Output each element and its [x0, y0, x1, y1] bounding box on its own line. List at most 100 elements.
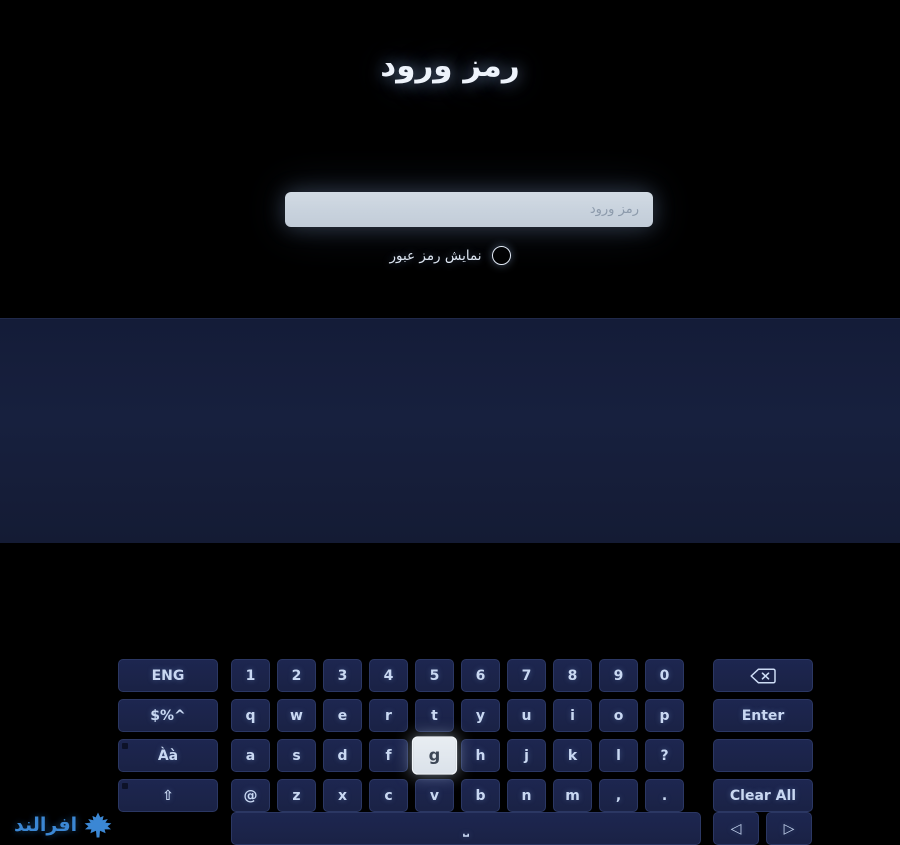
key-n[interactable]: n — [507, 779, 546, 812]
key-8[interactable]: 8 — [553, 659, 592, 692]
key-label: ? — [660, 747, 669, 764]
keyboard-main-grid: 1 2 3 4 5 6 7 8 9 0 q w e r t y u i o p … — [231, 659, 684, 812]
key-m[interactable]: m — [553, 779, 592, 812]
key-4[interactable]: 4 — [369, 659, 408, 692]
key-label: o — [613, 707, 624, 724]
password-field-container[interactable] — [285, 192, 653, 227]
key-z[interactable]: z — [277, 779, 316, 812]
key-label: j — [524, 747, 529, 764]
watermark-text: افرالند — [14, 814, 78, 836]
radio-circle-icon[interactable] — [491, 246, 511, 265]
key-a[interactable]: a — [231, 739, 270, 772]
key-label: a — [245, 747, 256, 764]
key-symbols[interactable]: $%^ — [118, 699, 218, 732]
key-r[interactable]: r — [369, 699, 408, 732]
keyboard-row-zxcv: @ z x c v b n m , . — [231, 779, 684, 812]
key-comma[interactable]: , — [599, 779, 638, 812]
key-question-mark[interactable]: ? — [645, 739, 684, 772]
key-space[interactable]: ⎵ — [231, 812, 701, 845]
key-enter[interactable]: Enter — [713, 699, 813, 732]
key-o[interactable]: o — [599, 699, 638, 732]
key-label: 2 — [291, 667, 302, 684]
key-accents-label: Àà — [157, 747, 179, 764]
key-clear-all[interactable]: Clear All — [713, 779, 813, 812]
key-q[interactable]: q — [231, 699, 270, 732]
key-v[interactable]: v — [415, 779, 454, 812]
key-label: z — [292, 787, 301, 804]
spacebar-icon: ⎵ — [463, 820, 469, 837]
key-l[interactable]: l — [599, 739, 638, 772]
key-arrow-left[interactable]: ◁ — [713, 812, 759, 845]
key-1[interactable]: 1 — [231, 659, 270, 692]
key-b[interactable]: b — [461, 779, 500, 812]
key-p[interactable]: p — [645, 699, 684, 732]
key-label: i — [570, 707, 575, 724]
key-label: l — [616, 747, 621, 764]
key-enter-label: Enter — [741, 707, 785, 724]
maple-leaf-icon — [84, 812, 112, 838]
keyboard-row-numbers: 1 2 3 4 5 6 7 8 9 0 — [231, 659, 684, 692]
key-indicator-dot — [122, 743, 128, 749]
key-j[interactable]: j — [507, 739, 546, 772]
backspace-icon — [750, 667, 776, 684]
key-7[interactable]: 7 — [507, 659, 546, 692]
key-label: e — [337, 707, 348, 724]
key-label: , — [615, 787, 622, 804]
key-e[interactable]: e — [323, 699, 362, 732]
key-x[interactable]: x — [323, 779, 362, 812]
key-3[interactable]: 3 — [323, 659, 362, 692]
key-label: 9 — [613, 667, 624, 684]
key-f[interactable]: f — [369, 739, 408, 772]
key-label: 3 — [337, 667, 348, 684]
key-label: s — [292, 747, 301, 764]
key-at-sign[interactable]: @ — [231, 779, 270, 812]
key-h[interactable]: h — [461, 739, 500, 772]
key-t[interactable]: t — [415, 699, 454, 732]
key-language[interactable]: ENG — [118, 659, 218, 692]
arrow-left-icon: ◁ — [730, 820, 742, 837]
key-blank[interactable] — [713, 739, 813, 772]
key-s[interactable]: s — [277, 739, 316, 772]
key-y[interactable]: y — [461, 699, 500, 732]
key-d[interactable]: d — [323, 739, 362, 772]
key-accents[interactable]: Àà — [118, 739, 218, 772]
keyboard-row-qwerty: q w e r t y u i o p — [231, 699, 684, 732]
on-screen-keyboard: ENG $%^ Àà ⇧ 1 2 3 4 5 6 7 8 9 0 q w e r… — [0, 318, 900, 845]
key-backspace[interactable] — [713, 659, 813, 692]
key-label: 1 — [245, 667, 256, 684]
key-label: 8 — [567, 667, 578, 684]
key-6[interactable]: 6 — [461, 659, 500, 692]
key-9[interactable]: 9 — [599, 659, 638, 692]
keyboard-arrow-keys: ◁ ▷ — [713, 812, 812, 845]
key-label: b — [475, 787, 486, 804]
key-arrow-right[interactable]: ▷ — [766, 812, 812, 845]
key-label: x — [337, 787, 348, 804]
key-label: r — [385, 707, 392, 724]
key-i[interactable]: i — [553, 699, 592, 732]
key-label: d — [337, 747, 348, 764]
keyboard-left-column: ENG $%^ Àà ⇧ — [118, 659, 218, 812]
key-2[interactable]: 2 — [277, 659, 316, 692]
key-w[interactable]: w — [277, 699, 316, 732]
key-c[interactable]: c — [369, 779, 408, 812]
key-label: p — [659, 707, 670, 724]
show-password-row[interactable]: نمایش رمز عبور — [0, 246, 900, 265]
key-label: h — [475, 747, 486, 764]
key-label: q — [245, 707, 256, 724]
key-u[interactable]: u — [507, 699, 546, 732]
keyboard-row-asdf: a s d f g h j k l ? — [231, 736, 684, 775]
key-period[interactable]: . — [645, 779, 684, 812]
key-5[interactable]: 5 — [415, 659, 454, 692]
key-label: w — [290, 707, 303, 724]
key-indicator-dot — [122, 783, 128, 789]
show-password-label: نمایش رمز عبور — [389, 247, 482, 264]
password-input[interactable] — [285, 192, 653, 227]
key-shift[interactable]: ⇧ — [118, 779, 218, 812]
key-clear-all-label: Clear All — [729, 787, 797, 804]
key-g[interactable]: g — [411, 736, 458, 775]
key-label: c — [384, 787, 393, 804]
key-k[interactable]: k — [553, 739, 592, 772]
key-label: 6 — [475, 667, 486, 684]
key-label: m — [565, 787, 580, 804]
key-0[interactable]: 0 — [645, 659, 684, 692]
